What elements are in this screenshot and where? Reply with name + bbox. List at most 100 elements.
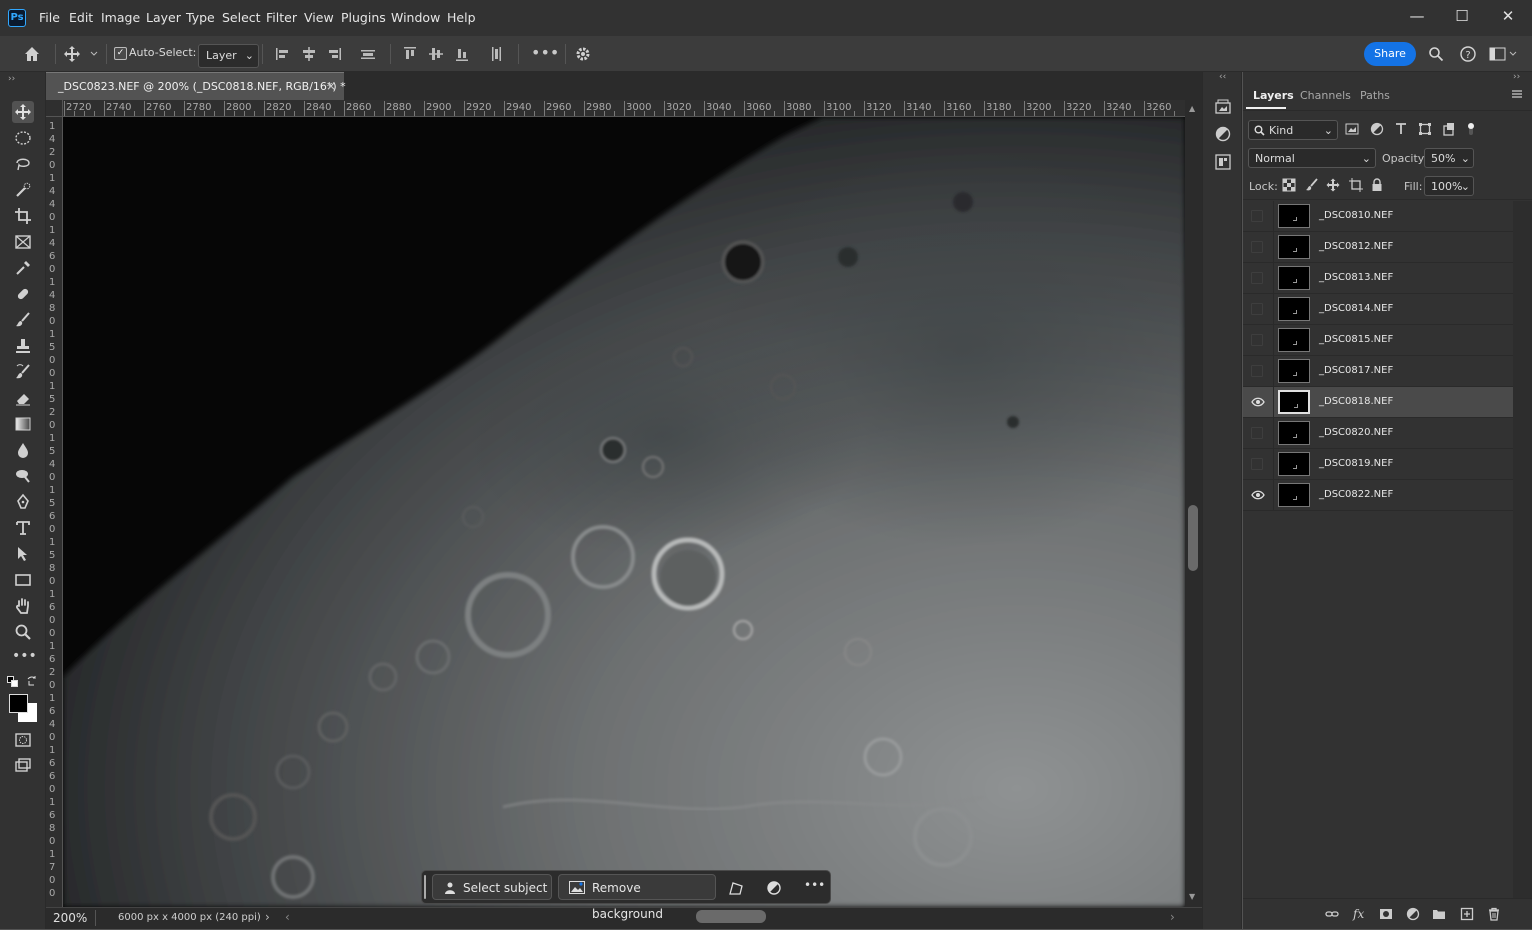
scroll-down-icon[interactable]: ▼	[1189, 892, 1195, 901]
search-icon[interactable]	[1428, 46, 1444, 62]
path-select-icon[interactable]	[12, 543, 34, 565]
hand-icon[interactable]	[12, 595, 34, 617]
visibility-toggle[interactable]	[1251, 210, 1263, 222]
clone-stamp-icon[interactable]	[12, 335, 34, 357]
collapse-arrows-icon[interactable]: ››	[1513, 72, 1520, 82]
menu-layer[interactable]: Layer	[146, 10, 181, 25]
add-mask-icon[interactable]	[1379, 907, 1393, 921]
layers-scrollbar[interactable]	[1513, 201, 1532, 898]
zoom-icon[interactable]	[12, 621, 34, 643]
distribute-icon[interactable]	[359, 45, 377, 63]
horizontal-ruler[interactable]: 2720 2740 2760 2780 2800 2820 2840 2860 2880 2900…	[46, 100, 1186, 117]
tab-channels[interactable]: Channels	[1300, 89, 1351, 102]
layer-thumbnail[interactable]	[1278, 421, 1310, 445]
opacity-input[interactable]: 50% ⌄	[1424, 148, 1474, 168]
chevron-right-icon[interactable]: ›	[265, 910, 270, 924]
blur-icon[interactable]	[12, 439, 34, 461]
fill-input[interactable]: 100% ⌄	[1424, 176, 1474, 196]
minimize-button[interactable]: —	[1405, 6, 1429, 26]
gradient-icon[interactable]	[12, 413, 34, 435]
smart-object-filter-icon[interactable]	[1442, 122, 1456, 136]
marquee-icon[interactable]	[12, 127, 34, 149]
drag-handle[interactable]	[424, 875, 426, 899]
crop-icon[interactable]	[12, 205, 34, 227]
new-adjustment-layer-icon[interactable]	[1406, 907, 1420, 921]
visibility-toggle[interactable]	[1251, 427, 1263, 439]
eye-icon[interactable]	[1251, 396, 1265, 408]
align-top-icon[interactable]	[401, 45, 419, 63]
brush-icon[interactable]	[12, 309, 34, 331]
dodge-icon[interactable]	[12, 465, 34, 487]
collapse-arrows-icon[interactable]: ››	[8, 74, 15, 84]
document-canvas[interactable]	[63, 117, 1185, 907]
menu-file[interactable]: File	[39, 10, 60, 25]
layer-row[interactable]: _DSC0813.NEF	[1243, 263, 1513, 294]
visibility-toggle[interactable]	[1251, 334, 1263, 346]
remove-background-button[interactable]: Remove background	[558, 874, 716, 921]
layer-thumbnail[interactable]	[1278, 390, 1310, 414]
lock-all-icon[interactable]	[1370, 178, 1384, 192]
layer-row[interactable]: _DSC0818.NEF	[1243, 387, 1513, 418]
menu-window[interactable]: Window	[391, 10, 440, 25]
layer-row[interactable]: _DSC0810.NEF	[1243, 201, 1513, 232]
scroll-left-icon[interactable]: ‹	[285, 910, 290, 924]
eye-icon[interactable]	[1251, 489, 1265, 501]
quick-select-icon[interactable]	[12, 179, 34, 201]
rectangle-icon[interactable]	[12, 569, 34, 591]
align-left-icon[interactable]	[274, 45, 292, 63]
pixel-filter-icon[interactable]	[1345, 122, 1359, 136]
visibility-toggle[interactable]	[1251, 272, 1263, 284]
align-right-icon[interactable]	[325, 45, 343, 63]
blend-mode-dropdown[interactable]: Normal ⌄	[1248, 148, 1376, 168]
vertical-scroll-thumb[interactable]	[1188, 505, 1198, 571]
vertical-ruler[interactable]: 1 4 2 0 1 4 4 0 1 4 6 0 1 4 8 0 1 5 0 0 1 5 2 0 1 5 4 0 1 5 6 0 1 5 8 0 1 6 0 0…	[46, 117, 63, 907]
quick-mask-icon[interactable]	[12, 729, 34, 751]
history-brush-icon[interactable]	[12, 361, 34, 383]
close-window-button[interactable]: ✕	[1496, 6, 1520, 26]
taskbar-more-icon[interactable]: •••	[804, 878, 825, 892]
move-icon[interactable]	[12, 101, 34, 123]
trash-icon[interactable]	[1487, 907, 1501, 921]
layer-row[interactable]: _DSC0820.NEF	[1243, 418, 1513, 449]
chevron-down-icon[interactable]	[89, 49, 99, 59]
adjustment-icon[interactable]	[766, 880, 782, 896]
healing-brush-icon[interactable]	[12, 283, 34, 305]
link-layers-icon[interactable]	[1325, 907, 1339, 921]
visibility-toggle[interactable]	[1251, 303, 1263, 315]
default-colors-icon[interactable]	[7, 676, 19, 688]
more-tools-icon[interactable]: •••	[12, 647, 37, 669]
filter-toggle-icon[interactable]	[1464, 122, 1478, 136]
properties-panel-icon[interactable]	[1214, 153, 1232, 171]
visibility-toggle[interactable]	[1251, 241, 1263, 253]
distribute-v-icon[interactable]	[487, 45, 505, 63]
adjustments-panel-icon[interactable]	[1214, 125, 1232, 143]
layer-row[interactable]: _DSC0814.NEF	[1243, 294, 1513, 325]
maximize-button[interactable]: ☐	[1450, 6, 1474, 26]
align-center-h-icon[interactable]	[300, 45, 318, 63]
layer-filter-dropdown[interactable]: Kind ⌄	[1248, 120, 1338, 140]
menu-edit[interactable]: Edit	[69, 10, 93, 25]
layer-row[interactable]: _DSC0812.NEF	[1243, 232, 1513, 263]
collapse-arrows-icon[interactable]: ‹‹	[1219, 72, 1226, 82]
lock-pixels-icon[interactable]	[1305, 178, 1319, 192]
gear-icon[interactable]	[574, 45, 592, 63]
help-icon[interactable]: ?	[1459, 45, 1477, 63]
menu-type[interactable]: Type	[186, 10, 215, 25]
new-layer-icon[interactable]	[1460, 907, 1474, 921]
menu-filter[interactable]: Filter	[266, 10, 297, 25]
frame-icon[interactable]	[12, 231, 34, 253]
foreground-color-swatch[interactable]	[9, 694, 28, 713]
menu-image[interactable]: Image	[101, 10, 140, 25]
transform-icon[interactable]	[728, 880, 744, 896]
layer-row[interactable]: _DSC0819.NEF	[1243, 449, 1513, 480]
layer-thumbnail[interactable]	[1278, 235, 1310, 259]
layer-thumbnail[interactable]	[1278, 266, 1310, 290]
pen-icon[interactable]	[12, 491, 34, 513]
close-icon[interactable]: ×	[326, 79, 336, 93]
lasso-icon[interactable]	[12, 153, 34, 175]
layer-thumbnail[interactable]	[1278, 483, 1310, 507]
shape-filter-icon[interactable]	[1418, 122, 1432, 136]
type-filter-icon[interactable]	[1394, 122, 1408, 136]
swap-colors-icon[interactable]	[26, 675, 38, 687]
fx-icon[interactable]: fx	[1353, 907, 1367, 921]
